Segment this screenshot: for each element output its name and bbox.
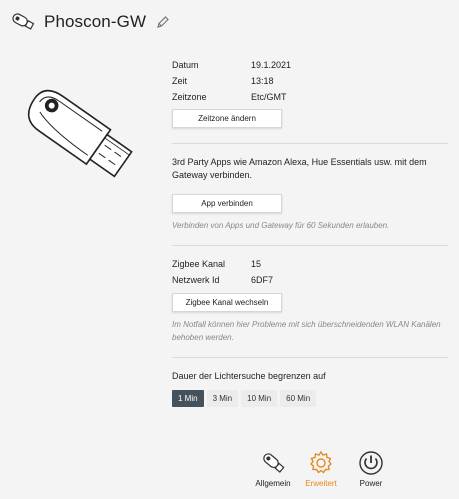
time-label: Zeit (172, 76, 188, 86)
zigbee-section: Zigbee Kanal 15 Netzwerk Id 6DF7 Zigbee … (172, 256, 448, 344)
nav-label-erweitert: Erweitert (305, 479, 337, 488)
page-title: Phoscon-GW (44, 12, 147, 31)
divider (172, 245, 448, 246)
network-id-value: 6DF7 (251, 275, 274, 285)
connect-app-button[interactable]: App verbinden (172, 194, 282, 213)
nav-label-power: Power (359, 479, 383, 488)
usb-stick-icon (12, 13, 35, 30)
nav-item-power[interactable]: Power (346, 449, 396, 488)
pencil-icon[interactable] (156, 15, 170, 29)
light-search-section: Dauer der Lichtersuche begrenzen auf 1 M… (172, 370, 448, 407)
apps-section: 3rd Party Apps wie Amazon Alexa, Hue Ess… (172, 156, 448, 232)
light-search-label: Dauer der Lichtersuche begrenzen auf (172, 371, 326, 381)
bottom-navigation: Allgemein Erweitert Power (240, 449, 390, 494)
date-label: Datum (172, 60, 199, 70)
zigbee-channel-value: 15 (251, 259, 262, 269)
nav-item-allgemein[interactable]: Allgemein (248, 449, 298, 488)
power-icon (359, 451, 383, 475)
usb-stick-icon (263, 453, 285, 473)
app-header: Phoscon-GW (10, 8, 170, 36)
divider (172, 143, 448, 144)
timezone-value: Etc/GMT (251, 92, 287, 102)
divider (172, 357, 448, 358)
timezone-label: Zeitzone (172, 92, 207, 102)
nav-item-erweitert[interactable]: Erweitert (296, 449, 346, 488)
date-value: 19.1.2021 (251, 60, 292, 70)
nav-label-allgemein: Allgemein (255, 479, 291, 488)
change-zigbee-channel-button[interactable]: Zigbee Kanal wechseln (172, 293, 282, 312)
zigbee-channel-row: Zigbee Kanal 15 (172, 256, 448, 272)
network-id-label: Netzwerk Id (172, 275, 220, 285)
apps-hint: Verbinden von Apps und Gateway für 60 Se… (172, 221, 390, 230)
time-value: 13:18 (251, 76, 274, 86)
timezone-row: Zeitzone Etc/GMT (172, 89, 448, 105)
duration-selector: 1 Min 3 Min 10 Min 60 Min (172, 390, 448, 407)
duration-option-60min[interactable]: 60 Min (280, 390, 317, 407)
duration-option-10min[interactable]: 10 Min (241, 390, 278, 407)
time-row: Zeit 13:18 (172, 73, 448, 89)
date-row: Datum 19.1.2021 (172, 57, 448, 73)
datetime-section: Datum 19.1.2021 Zeit 13:18 Zeitzone Etc/… (172, 57, 448, 128)
gateway-usb-illustration (27, 89, 133, 178)
network-id-row: Netzwerk Id 6DF7 (172, 272, 448, 288)
apps-description: 3rd Party Apps wie Amazon Alexa, Hue Ess… (172, 157, 427, 180)
zigbee-channel-label: Zigbee Kanal (172, 259, 226, 269)
zigbee-hint: Im Notfall können hier Probleme mit sich… (172, 320, 441, 342)
duration-option-3min[interactable]: 3 Min (206, 390, 239, 407)
gear-icon (310, 450, 332, 474)
duration-option-1min[interactable]: 1 Min (172, 390, 204, 407)
change-timezone-button[interactable]: Zeitzone ändern (172, 109, 282, 128)
